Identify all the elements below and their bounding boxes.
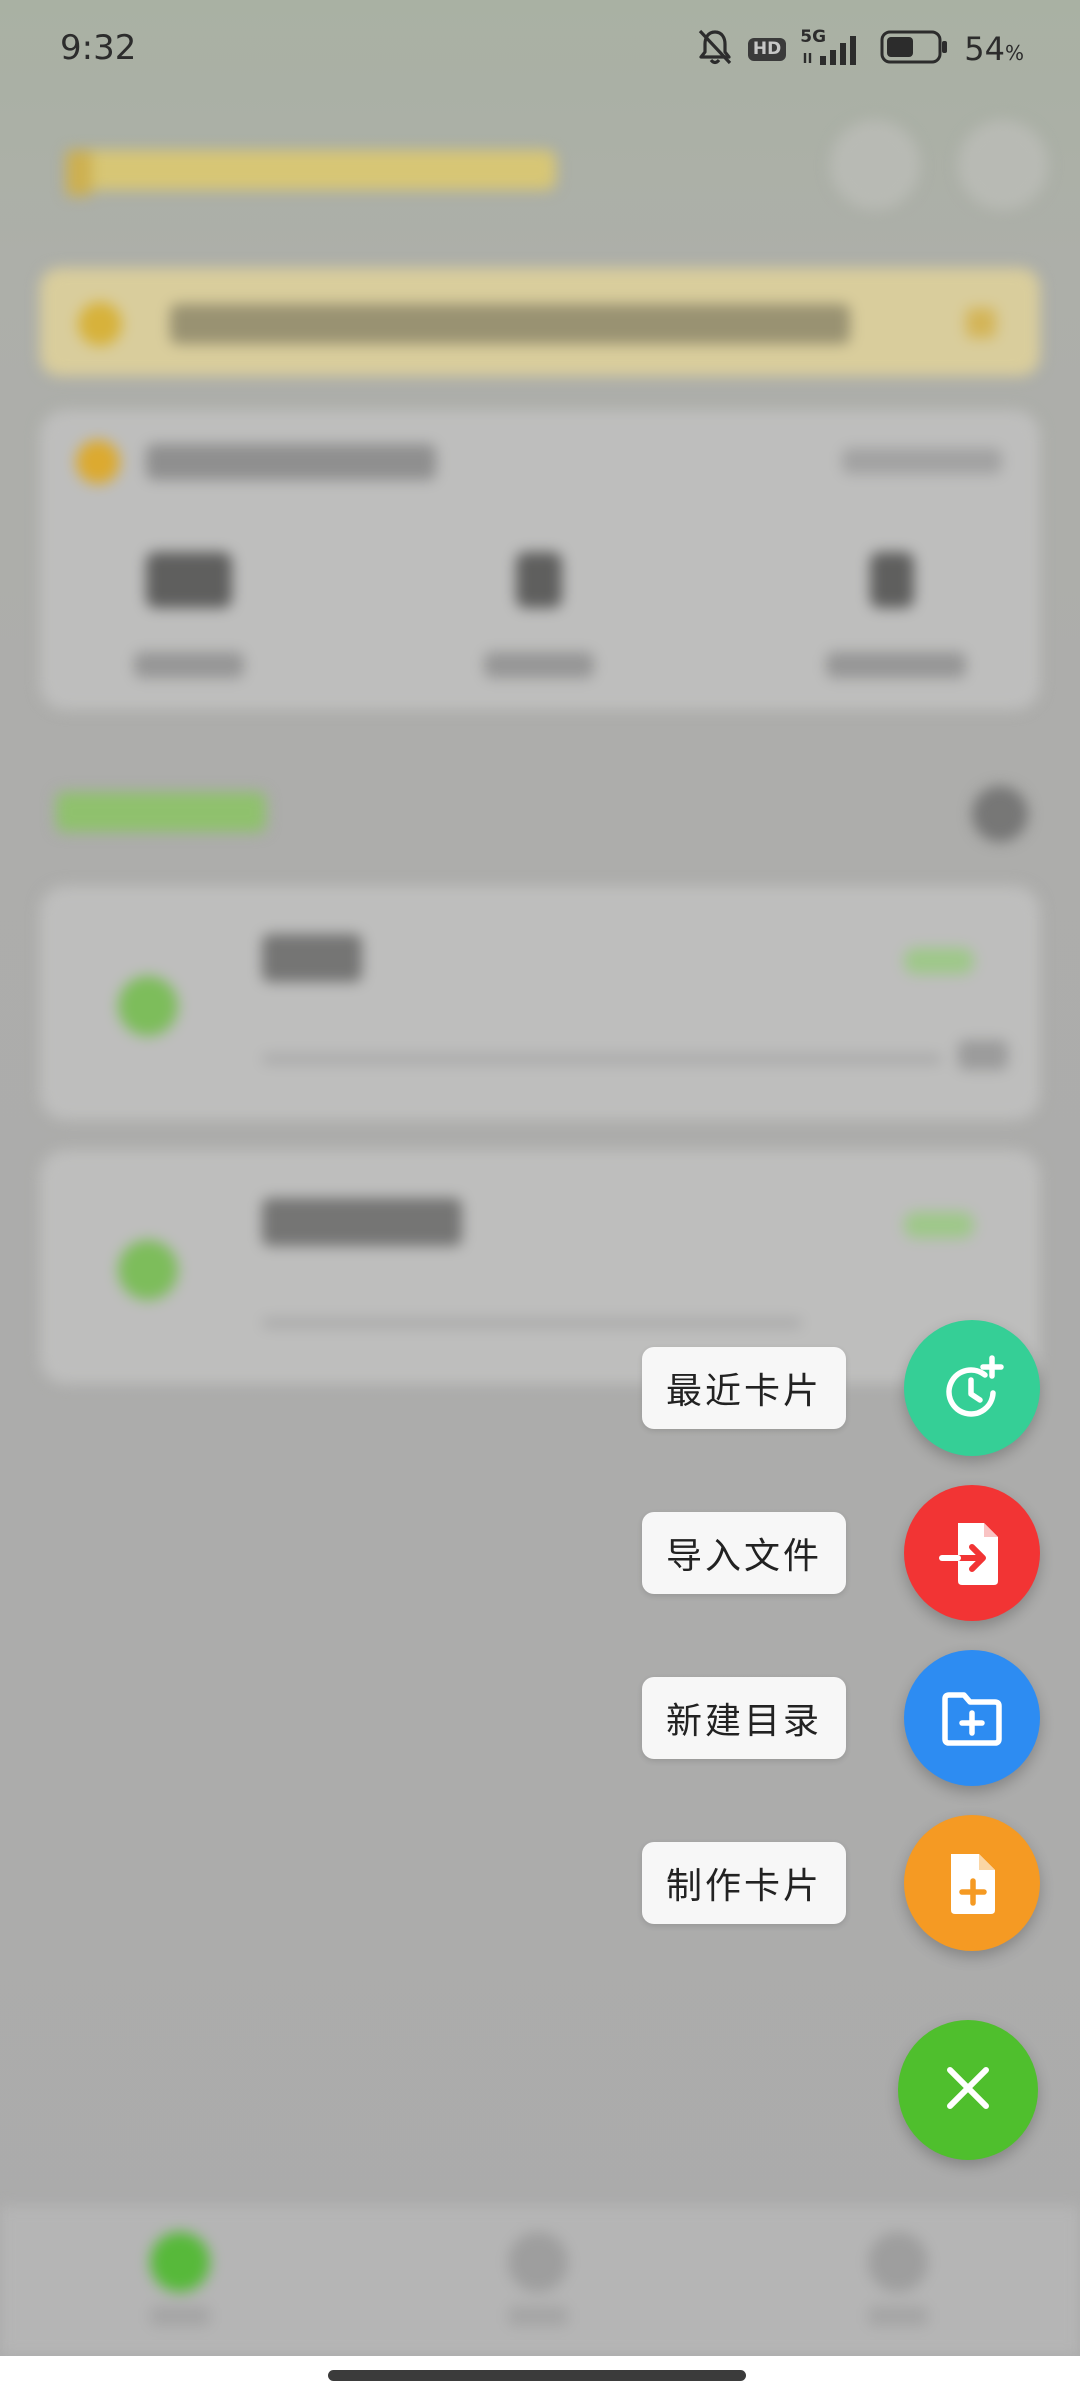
blurred-list-progress — [262, 1054, 942, 1064]
blurred-section-title — [56, 792, 266, 832]
blurred-stat-number — [516, 552, 562, 608]
blurred-list-item — [40, 886, 1040, 1120]
speed-dial-item-recent-cards[interactable]: 最近卡片 — [641, 1318, 1040, 1458]
blurred-more-icon — [958, 120, 1048, 210]
home-indicator — [0, 2356, 1080, 2400]
cellular-signal-icon: 5G — [800, 27, 866, 69]
blurred-warning-icon — [78, 302, 122, 346]
blurred-nav-label — [150, 2306, 210, 2326]
document-plus-icon — [937, 1848, 1007, 1918]
file-import-icon — [934, 1515, 1010, 1591]
import-file-button[interactable] — [904, 1485, 1040, 1621]
speed-dial-item-make-card[interactable]: 制作卡片 — [641, 1813, 1040, 1953]
blurred-stat-label — [134, 652, 244, 678]
blurred-app-title — [66, 150, 556, 190]
blurred-folder-icon — [118, 1240, 178, 1300]
status-bar: 9:32 HD 5G 54% — [0, 0, 1080, 100]
blurred-list-tag — [904, 948, 974, 974]
blurred-nav-label — [508, 2306, 568, 2326]
recent-cards-button[interactable] — [904, 1320, 1040, 1456]
close-speed-dial-button[interactable] — [898, 2020, 1038, 2160]
blurred-stat-label — [484, 652, 594, 678]
blurred-stats-icon — [76, 440, 120, 484]
import-file-label[interactable]: 导入文件 — [641, 1512, 846, 1594]
recent-cards-label[interactable]: 最近卡片 — [641, 1347, 846, 1429]
make-card-button[interactable] — [904, 1815, 1040, 1951]
blurred-stat-number — [870, 552, 914, 608]
blurred-list-title — [262, 934, 362, 982]
new-directory-label[interactable]: 新建目录 — [641, 1677, 846, 1759]
blurred-stats-title — [146, 444, 436, 480]
blurred-list-meta — [958, 1040, 1008, 1070]
blurred-title-accent — [66, 150, 92, 196]
status-time: 9:32 — [60, 28, 137, 68]
battery-icon — [880, 29, 950, 69]
status-icons: HD 5G 54% — [696, 26, 1024, 72]
blurred-nav-home-icon — [150, 2232, 210, 2292]
blurred-nav-icon — [868, 2232, 928, 2292]
blurred-stat-number — [146, 552, 232, 608]
blurred-section-icon — [972, 786, 1028, 842]
make-card-label[interactable]: 制作卡片 — [641, 1842, 846, 1924]
hd-badge: HD — [747, 37, 787, 61]
blurred-nav-label — [868, 2306, 928, 2326]
home-gesture-bar[interactable] — [328, 2370, 746, 2381]
battery-percentage: 54% — [964, 30, 1024, 68]
blurred-nav-icon — [508, 2232, 568, 2292]
blurred-banner-text — [170, 304, 850, 344]
blurred-search-icon — [830, 120, 920, 210]
blurred-folder-icon — [118, 976, 178, 1036]
clock-plus-icon — [937, 1353, 1007, 1423]
folder-plus-icon — [937, 1683, 1007, 1753]
blurred-list-tag — [904, 1212, 974, 1238]
speed-dial-item-new-directory[interactable]: 新建目录 — [641, 1648, 1040, 1788]
close-icon — [940, 2060, 996, 2120]
blurred-stats-more — [842, 448, 1002, 474]
blurred-banner-arrow-icon — [966, 308, 996, 338]
speed-dial-item-import-file[interactable]: 导入文件 — [641, 1483, 1040, 1623]
new-directory-button[interactable] — [904, 1650, 1040, 1786]
bell-muted-icon — [696, 27, 734, 71]
blurred-list-title — [262, 1198, 462, 1246]
blurred-stat-label — [826, 652, 966, 678]
